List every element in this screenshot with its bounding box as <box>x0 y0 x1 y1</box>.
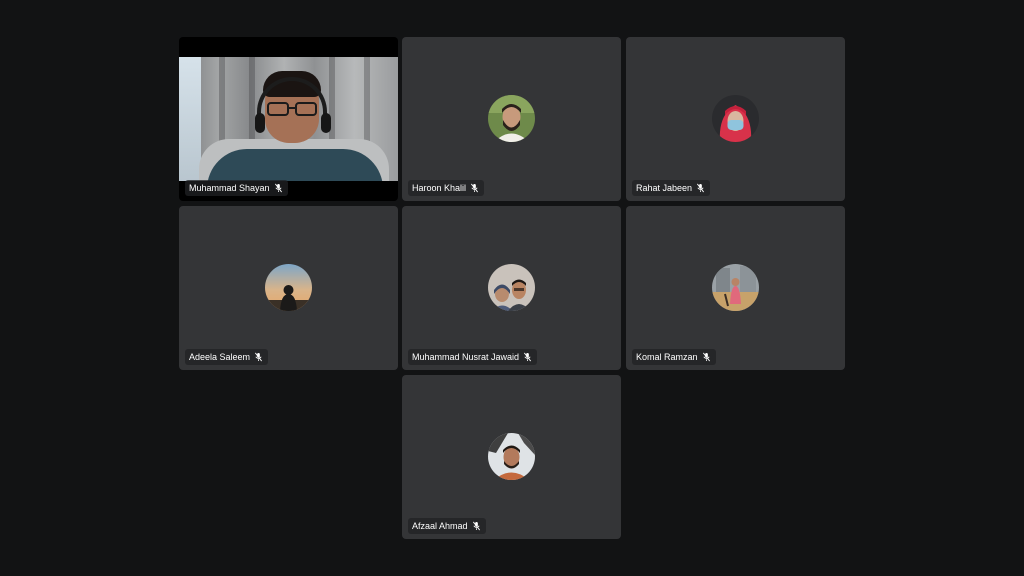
window-background <box>179 57 201 181</box>
mic-off-icon <box>470 183 479 193</box>
participant-name: Haroon Khalil <box>412 183 467 193</box>
name-tag: Muhammad Shayan <box>185 180 288 196</box>
participant-video <box>179 57 398 181</box>
mic-off-icon <box>523 352 532 362</box>
person-body <box>207 149 383 181</box>
participant-name: Komal Ramzan <box>636 352 698 362</box>
participant-name: Muhammad Shayan <box>189 183 270 193</box>
participant-tile-afzaal-ahmad[interactable]: Afzaal Ahmad <box>402 375 621 539</box>
participant-tile-rahat-jabeen[interactable]: Rahat Jabeen <box>626 37 845 201</box>
avatar <box>488 95 535 142</box>
avatar <box>712 264 759 311</box>
participant-tile-muhammad-shayan[interactable]: Muhammad Shayan <box>179 37 398 201</box>
participant-tile-komal-ramzan[interactable]: Komal Ramzan <box>626 206 845 370</box>
participant-tile-adeela-saleem[interactable]: Adeela Saleem <box>179 206 398 370</box>
participant-name: Afzaal Ahmad <box>412 521 468 531</box>
mic-off-icon <box>254 352 263 362</box>
headset-earcup <box>255 113 265 133</box>
name-tag: Komal Ramzan <box>632 349 716 365</box>
name-tag: Haroon Khalil <box>408 180 485 196</box>
participant-tile-haroon-khalil[interactable]: Haroon Khalil <box>402 37 621 201</box>
mic-off-icon <box>274 183 283 193</box>
participant-name: Adeela Saleem <box>189 352 251 362</box>
avatar <box>265 264 312 311</box>
participant-name: Muhammad Nusrat Jawaid <box>412 352 520 362</box>
name-tag: Rahat Jabeen <box>632 180 711 196</box>
participant-tile-muhammad-nusrat-jawaid[interactable]: Muhammad Nusrat Jawaid <box>402 206 621 370</box>
avatar <box>712 95 759 142</box>
name-tag: Muhammad Nusrat Jawaid <box>408 349 538 365</box>
avatar <box>488 433 535 480</box>
headset-earcup <box>321 113 331 133</box>
avatar <box>488 264 535 311</box>
participant-name: Rahat Jabeen <box>636 183 693 193</box>
meeting-grid: Muhammad Shayan Haroon Khalil Rahat Jabe… <box>0 0 1024 576</box>
mic-off-icon <box>702 352 711 362</box>
mic-off-icon <box>696 183 705 193</box>
mic-off-icon <box>472 521 481 531</box>
name-tag: Afzaal Ahmad <box>408 518 486 534</box>
name-tag: Adeela Saleem <box>185 349 269 365</box>
